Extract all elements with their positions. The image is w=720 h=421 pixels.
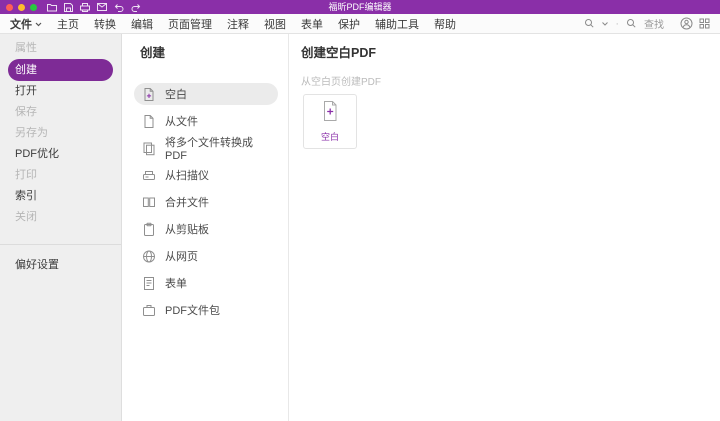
close-window-button[interactable]: [6, 3, 13, 11]
minimize-window-button[interactable]: [18, 3, 25, 11]
apps-icon[interactable]: [699, 18, 710, 29]
detail-panel-subtitle: 从空白页创建PDF: [301, 77, 381, 88]
form-icon: [142, 276, 156, 291]
sidebar-item-close: 关闭: [15, 211, 37, 223]
portfolio-icon: [142, 303, 156, 318]
sidebar-divider: [0, 244, 121, 245]
sidebar-item-properties: 属性: [15, 42, 37, 54]
detail-panel-title: 创建空白PDF: [301, 46, 377, 60]
create-detail-panel: 创建空白PDF 从空白页创建PDF 空白: [289, 34, 720, 421]
create-item-from-scanner[interactable]: 从扫描仪: [134, 164, 278, 186]
chevron-down-icon: [35, 18, 42, 30]
menu-item-convert[interactable]: 转换: [94, 16, 116, 32]
create-item-label: 从网页: [165, 251, 198, 263]
menu-item-comment[interactable]: 注释: [227, 16, 249, 32]
create-item-from-web[interactable]: 从网页: [134, 245, 278, 267]
create-item-label: 表单: [165, 278, 187, 290]
menu-item-organize[interactable]: 页面管理: [168, 16, 212, 32]
menu-item-edit[interactable]: 编辑: [131, 16, 153, 32]
menubar: 文件 主页 转换 编辑 页面管理 注释 视图 表单 保护 辅助工具 帮助 · 查…: [0, 14, 720, 34]
combine-files-icon: [142, 195, 156, 210]
window-controls: [6, 3, 37, 11]
create-item-label: 合并文件: [165, 197, 209, 209]
menu-items: 文件 主页 转换 编辑 页面管理 注释 视图 表单 保护 辅助工具 帮助: [10, 16, 456, 32]
zoom-select-icon[interactable]: [584, 18, 596, 29]
create-item-label: PDF文件包: [165, 305, 220, 317]
file-icon: [142, 114, 156, 129]
menubar-right-tools: · 查找: [584, 16, 710, 31]
sidebar-item-save: 保存: [15, 106, 37, 118]
menu-item-file[interactable]: 文件: [10, 16, 42, 32]
blank-document-icon: [142, 87, 156, 102]
scanner-icon: [142, 168, 156, 183]
menu-item-form[interactable]: 表单: [301, 16, 323, 32]
create-panel-title: 创建: [140, 46, 166, 60]
app-window: 福昕PDF编辑器 文件 主页 转换 编辑 页面管理 注释 视图 表单 保护 辅助…: [0, 0, 720, 421]
menu-item-accessibility[interactable]: 辅助工具: [375, 16, 419, 32]
sidebar-item-preferences[interactable]: 偏好设置: [0, 255, 121, 276]
titlebar-quick-icons: [47, 2, 141, 12]
sidebar-item-index[interactable]: 索引: [0, 186, 121, 207]
menu-item-file-label: 文件: [10, 18, 32, 31]
account-icon[interactable]: [680, 17, 693, 30]
sidebar-item-print: 打印: [15, 169, 37, 181]
new-document-icon: [321, 100, 339, 127]
create-item-from-clipboard[interactable]: 从剪贴板: [134, 218, 278, 240]
create-item-label: 从剪贴板: [165, 224, 209, 236]
menu-item-protect[interactable]: 保护: [338, 16, 360, 32]
content-area: 属性 创建 打开 保存 另存为 PDF优化 打印 索引 关闭 偏好设置 创建 空…: [0, 34, 720, 421]
zoom-window-button[interactable]: [30, 3, 37, 11]
create-item-label: 空白: [165, 89, 187, 101]
menu-item-view[interactable]: 视图: [264, 16, 286, 32]
create-item-label: 将多个文件转换成PDF: [165, 137, 253, 162]
multiple-files-icon: [142, 141, 156, 156]
mail-icon[interactable]: [97, 3, 107, 11]
save-icon[interactable]: [64, 2, 73, 12]
globe-icon: [142, 249, 156, 264]
create-options-panel: 创建 空白 从文件 将多个文件转换成PDF 从扫描仪 合并文件 从剪贴板 从网页…: [122, 34, 289, 421]
create-item-label: 从扫描仪: [165, 170, 209, 182]
create-item-combine-files[interactable]: 合并文件: [134, 191, 278, 213]
blank-card-label: 空白: [320, 132, 339, 142]
sidebar-item-save-as: 另存为: [15, 127, 48, 139]
create-item-label: 从文件: [165, 116, 198, 128]
open-icon[interactable]: [47, 3, 57, 12]
clipboard-icon: [142, 222, 156, 237]
menu-item-home[interactable]: 主页: [57, 16, 79, 32]
create-item-pdf-portfolio[interactable]: PDF文件包: [134, 299, 278, 321]
titlebar: 福昕PDF编辑器: [0, 0, 720, 14]
menu-right-separator: ·: [615, 17, 619, 30]
sidebar-item-create[interactable]: 创建: [8, 59, 113, 81]
zoom-select-chevron-icon[interactable]: [602, 21, 609, 26]
menu-item-help[interactable]: 帮助: [434, 16, 456, 32]
find-label[interactable]: 查找: [644, 16, 664, 31]
file-menu-sidebar: 属性 创建 打开 保存 另存为 PDF优化 打印 索引 关闭 偏好设置: [0, 34, 122, 421]
blank-pdf-card[interactable]: 空白: [303, 94, 357, 149]
sidebar-item-open[interactable]: 打开: [0, 81, 121, 102]
create-item-form[interactable]: 表单: [134, 272, 278, 294]
create-item-from-file[interactable]: 从文件: [134, 110, 278, 132]
redo-icon[interactable]: [131, 3, 141, 12]
print-icon[interactable]: [80, 2, 90, 12]
search-icon[interactable]: [626, 18, 638, 29]
create-item-blank[interactable]: 空白: [134, 83, 278, 105]
undo-icon[interactable]: [114, 3, 124, 12]
sidebar-item-pdf-optimize[interactable]: PDF优化: [0, 144, 121, 165]
create-item-multiple-files[interactable]: 将多个文件转换成PDF: [134, 137, 278, 162]
